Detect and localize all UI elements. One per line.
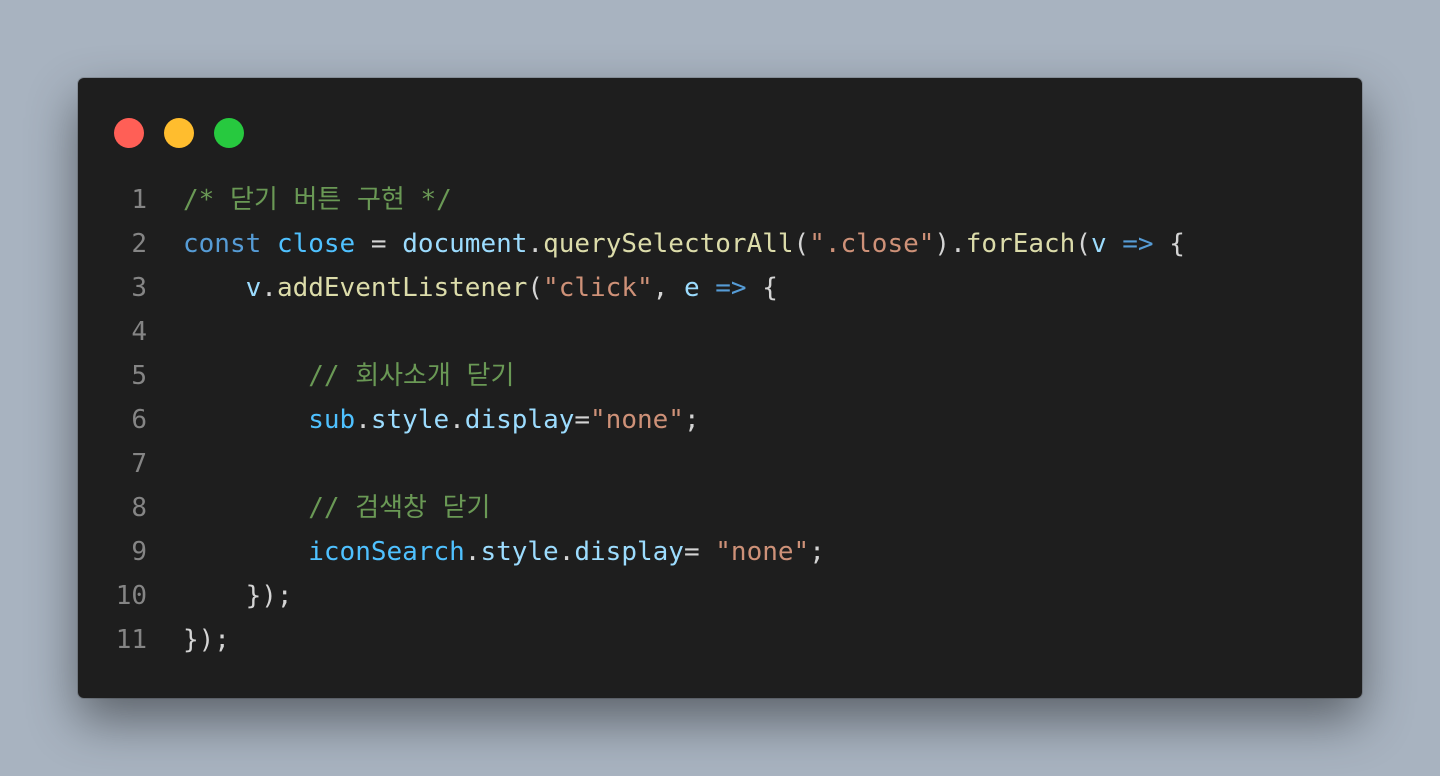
code-token: . <box>449 405 465 435</box>
code-token: v <box>245 273 262 303</box>
code-token: close <box>276 229 356 259</box>
code-line: 9 iconSearch.style.display= "none"; <box>78 530 1362 574</box>
line-source: // 회사소개 닫기 <box>147 354 514 398</box>
code-token: }); <box>183 625 230 655</box>
code-token: ( <box>1075 229 1091 259</box>
code-token: => <box>1122 229 1154 259</box>
line-source: v.addEventListener("click", e => { <box>147 266 778 310</box>
line-source <box>147 442 183 486</box>
code-token: { <box>1153 229 1185 259</box>
line-number: 11 <box>115 625 147 655</box>
line-number: 9 <box>131 537 147 567</box>
code-line: 3 v.addEventListener("click", e => { <box>78 266 1362 310</box>
code-token: { <box>746 273 778 303</box>
code-token: sub <box>308 405 356 435</box>
code-token: querySelectorAll <box>543 229 794 259</box>
code-token: . <box>558 537 575 567</box>
line-source: iconSearch.style.display= "none"; <box>147 530 825 574</box>
code-token: = <box>574 405 591 435</box>
code-line: 2 const close = document.querySelectorAll… <box>78 222 1362 266</box>
line-source: sub.style.display="none"; <box>147 398 700 442</box>
line-number: 4 <box>131 317 147 347</box>
code-token: // 회사소개 닫기 <box>308 361 515 391</box>
code-token: }); <box>245 581 293 611</box>
code-line: 4 <box>78 310 1362 354</box>
code-token: . <box>464 537 481 567</box>
code-token: . <box>527 229 544 259</box>
line-number: 7 <box>131 449 147 479</box>
code-token: // 검색창 닫기 <box>308 493 491 523</box>
code-token: ; <box>683 405 700 435</box>
code-token: ( <box>793 229 810 259</box>
code-token: v <box>1090 229 1107 259</box>
code-line: 7 <box>78 442 1362 486</box>
code-token: ( <box>527 273 544 303</box>
window-controls <box>114 118 244 148</box>
line-source: }); <box>147 574 293 618</box>
code-token: = <box>355 229 403 259</box>
code-token: "click" <box>543 273 653 303</box>
code-token: ; <box>809 537 825 567</box>
code-block: 1/* 닫기 버튼 구현 */2 const close = document.q… <box>78 178 1362 662</box>
code-token: ). <box>934 229 966 259</box>
code-line: 1 /* 닫기 버튼 구현 */ <box>78 178 1362 222</box>
line-source <box>147 310 183 354</box>
code-token: forEach <box>965 229 1076 259</box>
code-token: . <box>261 273 277 303</box>
line-number: 1 <box>131 185 147 215</box>
code-token: = <box>683 537 716 567</box>
line-number: 5 <box>131 361 147 391</box>
code-token: => <box>715 273 747 303</box>
line-number: 6 <box>131 405 147 435</box>
minimize-dot[interactable] <box>164 118 194 148</box>
code-token: /* 닫기 버튼 구현 */ <box>183 185 452 215</box>
line-number: 2 <box>131 229 147 259</box>
code-line: 10 }); <box>78 574 1362 618</box>
code-token: style <box>480 537 559 567</box>
maximize-dot[interactable] <box>214 118 244 148</box>
code-token: style <box>370 405 450 435</box>
line-source: // 검색창 닫기 <box>147 486 490 530</box>
code-token: "none" <box>715 537 810 567</box>
code-line: 5 // 회사소개 닫기 <box>78 354 1362 398</box>
close-dot[interactable] <box>114 118 144 148</box>
code-token: "none" <box>590 405 684 435</box>
code-line: 6 sub.style.display="none"; <box>78 398 1362 442</box>
line-number: 8 <box>131 493 147 523</box>
code-token: display <box>574 537 684 567</box>
code-line: 8 // 검색창 닫기 <box>78 486 1362 530</box>
code-token: addEventListener <box>276 273 528 303</box>
line-number: 10 <box>115 581 147 611</box>
line-number: 3 <box>131 273 147 303</box>
line-source: /* 닫기 버튼 구현 */ <box>147 178 452 222</box>
code-token: , <box>652 273 684 303</box>
line-source: const close = document.querySelectorAll(… <box>147 222 1185 266</box>
code-token: e <box>683 273 700 303</box>
code-line: 11}); <box>78 618 1362 662</box>
code-token: display <box>464 405 575 435</box>
code-token: ".close" <box>809 229 935 259</box>
code-token: const <box>183 229 262 259</box>
code-token: iconSearch <box>308 537 465 567</box>
code-window: 1/* 닫기 버튼 구현 */2 const close = document.q… <box>78 78 1362 698</box>
code-token: . <box>355 405 371 435</box>
code-token: document <box>402 229 528 259</box>
line-source: }); <box>147 618 230 662</box>
